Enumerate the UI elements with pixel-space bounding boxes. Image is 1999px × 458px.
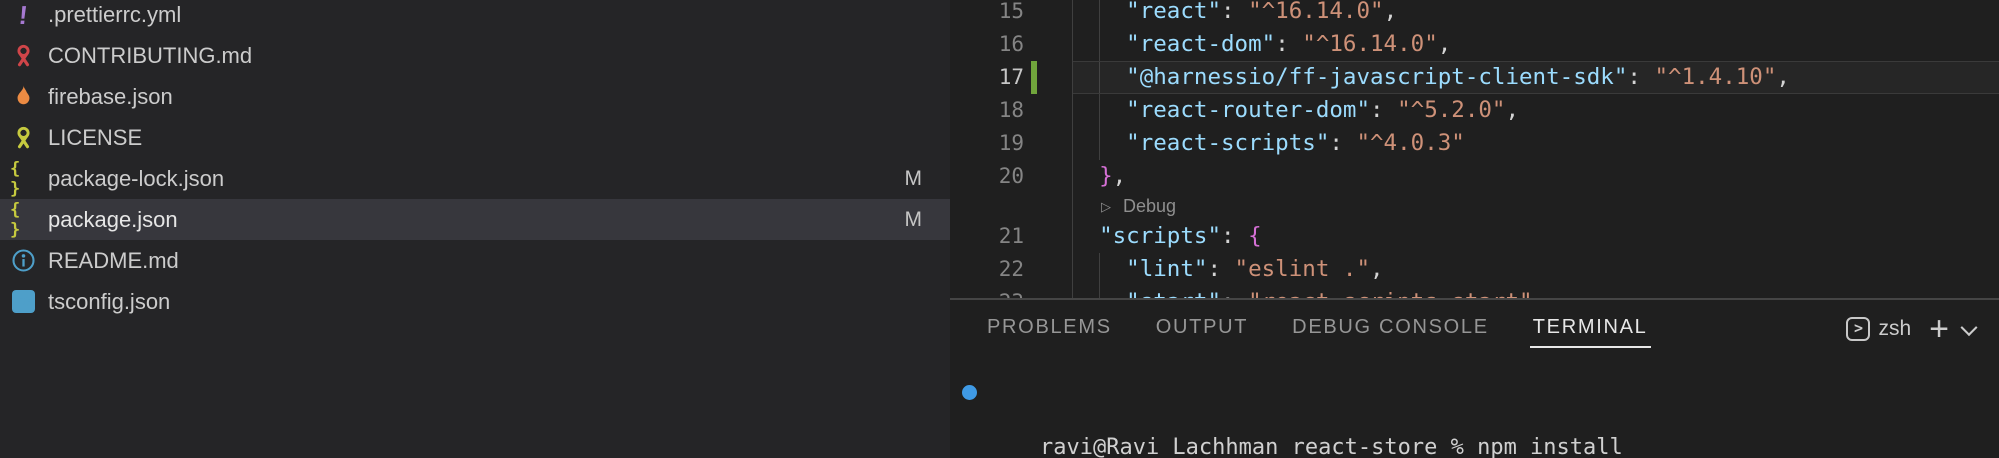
file-row-license[interactable]: LICENSE: [0, 117, 950, 158]
line-number: 15: [950, 0, 1024, 28]
line-number: 18: [950, 94, 1024, 127]
line-number: 16: [950, 28, 1024, 61]
file-icon-slot: [10, 247, 37, 274]
line-number: 23: [950, 286, 1024, 298]
run-triangle-icon: ▷: [1101, 199, 1111, 214]
line-number: 21: [950, 220, 1024, 253]
terminal-panel: PROBLEMS OUTPUT DEBUG CONSOLE TERMINAL > zs…: [950, 298, 1999, 458]
file-row-contributing-md[interactable]: CONTRIBUTING.md: [0, 35, 950, 76]
file-label: firebase.json: [48, 84, 922, 110]
code-line[interactable]: 23 "start": "react-scripts start",: [950, 286, 1999, 298]
code-line[interactable]: 19 "react-scripts": "^4.0.3": [950, 127, 1999, 160]
panel-tab-bar: PROBLEMS OUTPUT DEBUG CONSOLE TERMINAL: [987, 316, 1648, 348]
code-line[interactable]: 20 },: [950, 160, 1999, 193]
panel-tab-debug-console[interactable]: DEBUG CONSOLE: [1292, 316, 1489, 348]
git-modified-badge: M: [905, 167, 923, 191]
code-line[interactable]: 21 "scripts": {: [950, 220, 1999, 253]
new-terminal-button[interactable]: +: [1929, 317, 1949, 341]
file-row-prettierrc-yml[interactable]: ! .prettierrc.yml: [0, 0, 950, 35]
ribbon-icon: [11, 43, 36, 68]
file-label: CONTRIBUTING.md: [48, 43, 922, 69]
shell-label: zsh: [1878, 317, 1911, 341]
git-modified-gutter: [1031, 61, 1037, 94]
terminal-icon: >: [1846, 317, 1870, 341]
chevron-down-icon[interactable]: [1961, 319, 1978, 336]
file-row-tsconfig-json[interactable]: TS tsconfig.json: [0, 281, 950, 322]
file-label: .prettierrc.yml: [48, 2, 922, 28]
panel-tab-terminal[interactable]: TERMINAL: [1533, 316, 1648, 348]
code-text: "react": "^16.14.0",: [1072, 0, 1397, 28]
code-line[interactable]: 17 "@harnessio/ff-javascript-client-sdk"…: [950, 61, 1999, 94]
terminal-line: ravi@Ravi Lachhman react-store % npm ins…: [987, 378, 1689, 406]
code-editor[interactable]: 15 "react": "^16.14.0", 16 "react-dom": …: [950, 0, 1999, 298]
file-icon-slot: TS: [10, 288, 37, 315]
file-icon-slot: { }: [10, 206, 37, 233]
ribbon-icon: [11, 125, 36, 150]
code-text: "react-dom": "^16.14.0",: [1072, 28, 1451, 61]
file-icon-slot: [10, 83, 37, 110]
file-label: LICENSE: [48, 125, 922, 151]
terminal-view[interactable]: ravi@Ravi Lachhman react-store % npm ins…: [987, 378, 1689, 458]
file-label: README.md: [48, 248, 922, 274]
code-line[interactable]: 16 "react-dom": "^16.14.0",: [950, 28, 1999, 61]
file-row-firebase-json[interactable]: firebase.json: [0, 76, 950, 117]
file-icon-slot: { }: [10, 165, 37, 192]
codelens-row: ▷ Debug: [950, 193, 1999, 220]
code-text: },: [1072, 160, 1126, 193]
editor-lines: 15 "react": "^16.14.0", 16 "react-dom": …: [950, 0, 1999, 298]
line-number: 19: [950, 127, 1024, 160]
file-label: package-lock.json: [48, 166, 893, 192]
file-label: tsconfig.json: [48, 289, 922, 315]
prettier-icon: !: [18, 2, 29, 28]
panel-tab-problems[interactable]: PROBLEMS: [987, 316, 1112, 348]
json-braces-icon: { }: [10, 200, 37, 240]
code-text: "react-router-dom": "^5.2.0",: [1072, 94, 1519, 127]
file-row-package-lock-json[interactable]: { } package-lock.json M: [0, 158, 950, 199]
debug-codelens[interactable]: Debug: [1123, 196, 1176, 216]
file-row-readme-md[interactable]: README.md: [0, 240, 950, 281]
code-line[interactable]: 18 "react-router-dom": "^5.2.0",: [950, 94, 1999, 127]
code-text: "lint": "eslint .",: [1072, 253, 1384, 286]
panel-tab-output[interactable]: OUTPUT: [1156, 316, 1248, 348]
terminal-line: added 3 packages, and audited 2032 packa…: [987, 429, 1689, 457]
vscode-window: ! .prettierrc.yml CONTRIBUTING.md fireba…: [0, 0, 1999, 458]
command-decoration-dot[interactable]: [962, 385, 977, 400]
file-icon-slot: !: [10, 1, 37, 28]
line-number: 17: [950, 61, 1024, 94]
code-line[interactable]: 15 "react": "^16.14.0",: [950, 0, 1999, 28]
json-braces-icon: { }: [10, 159, 37, 199]
code-text: "@harnessio/ff-javascript-client-sdk": "…: [1072, 61, 1790, 94]
file-list: ! .prettierrc.yml CONTRIBUTING.md fireba…: [0, 0, 950, 322]
code-text: "start": "react-scripts start",: [1072, 286, 1546, 298]
explorer-sidebar: ! .prettierrc.yml CONTRIBUTING.md fireba…: [0, 0, 950, 458]
file-icon-slot: [10, 42, 37, 69]
code-text: "react-scripts": "^4.0.3": [1072, 127, 1465, 160]
info-icon: [11, 248, 36, 273]
line-number: 22: [950, 253, 1024, 286]
file-label: package.json: [48, 207, 893, 233]
code-text: "scripts": {: [1072, 220, 1262, 253]
file-row-package-json[interactable]: { } package.json M: [0, 199, 950, 240]
shell-selector-button[interactable]: > zsh: [1846, 317, 1911, 341]
firebase-flame-icon: [11, 84, 36, 109]
terminal-controls: > zsh +: [1846, 317, 1975, 341]
code-line[interactable]: 22 "lint": "eslint .",: [950, 253, 1999, 286]
git-modified-badge: M: [905, 208, 923, 232]
file-icon-slot: [10, 124, 37, 151]
typescript-icon: TS: [12, 290, 35, 313]
line-number: 20: [950, 160, 1024, 193]
